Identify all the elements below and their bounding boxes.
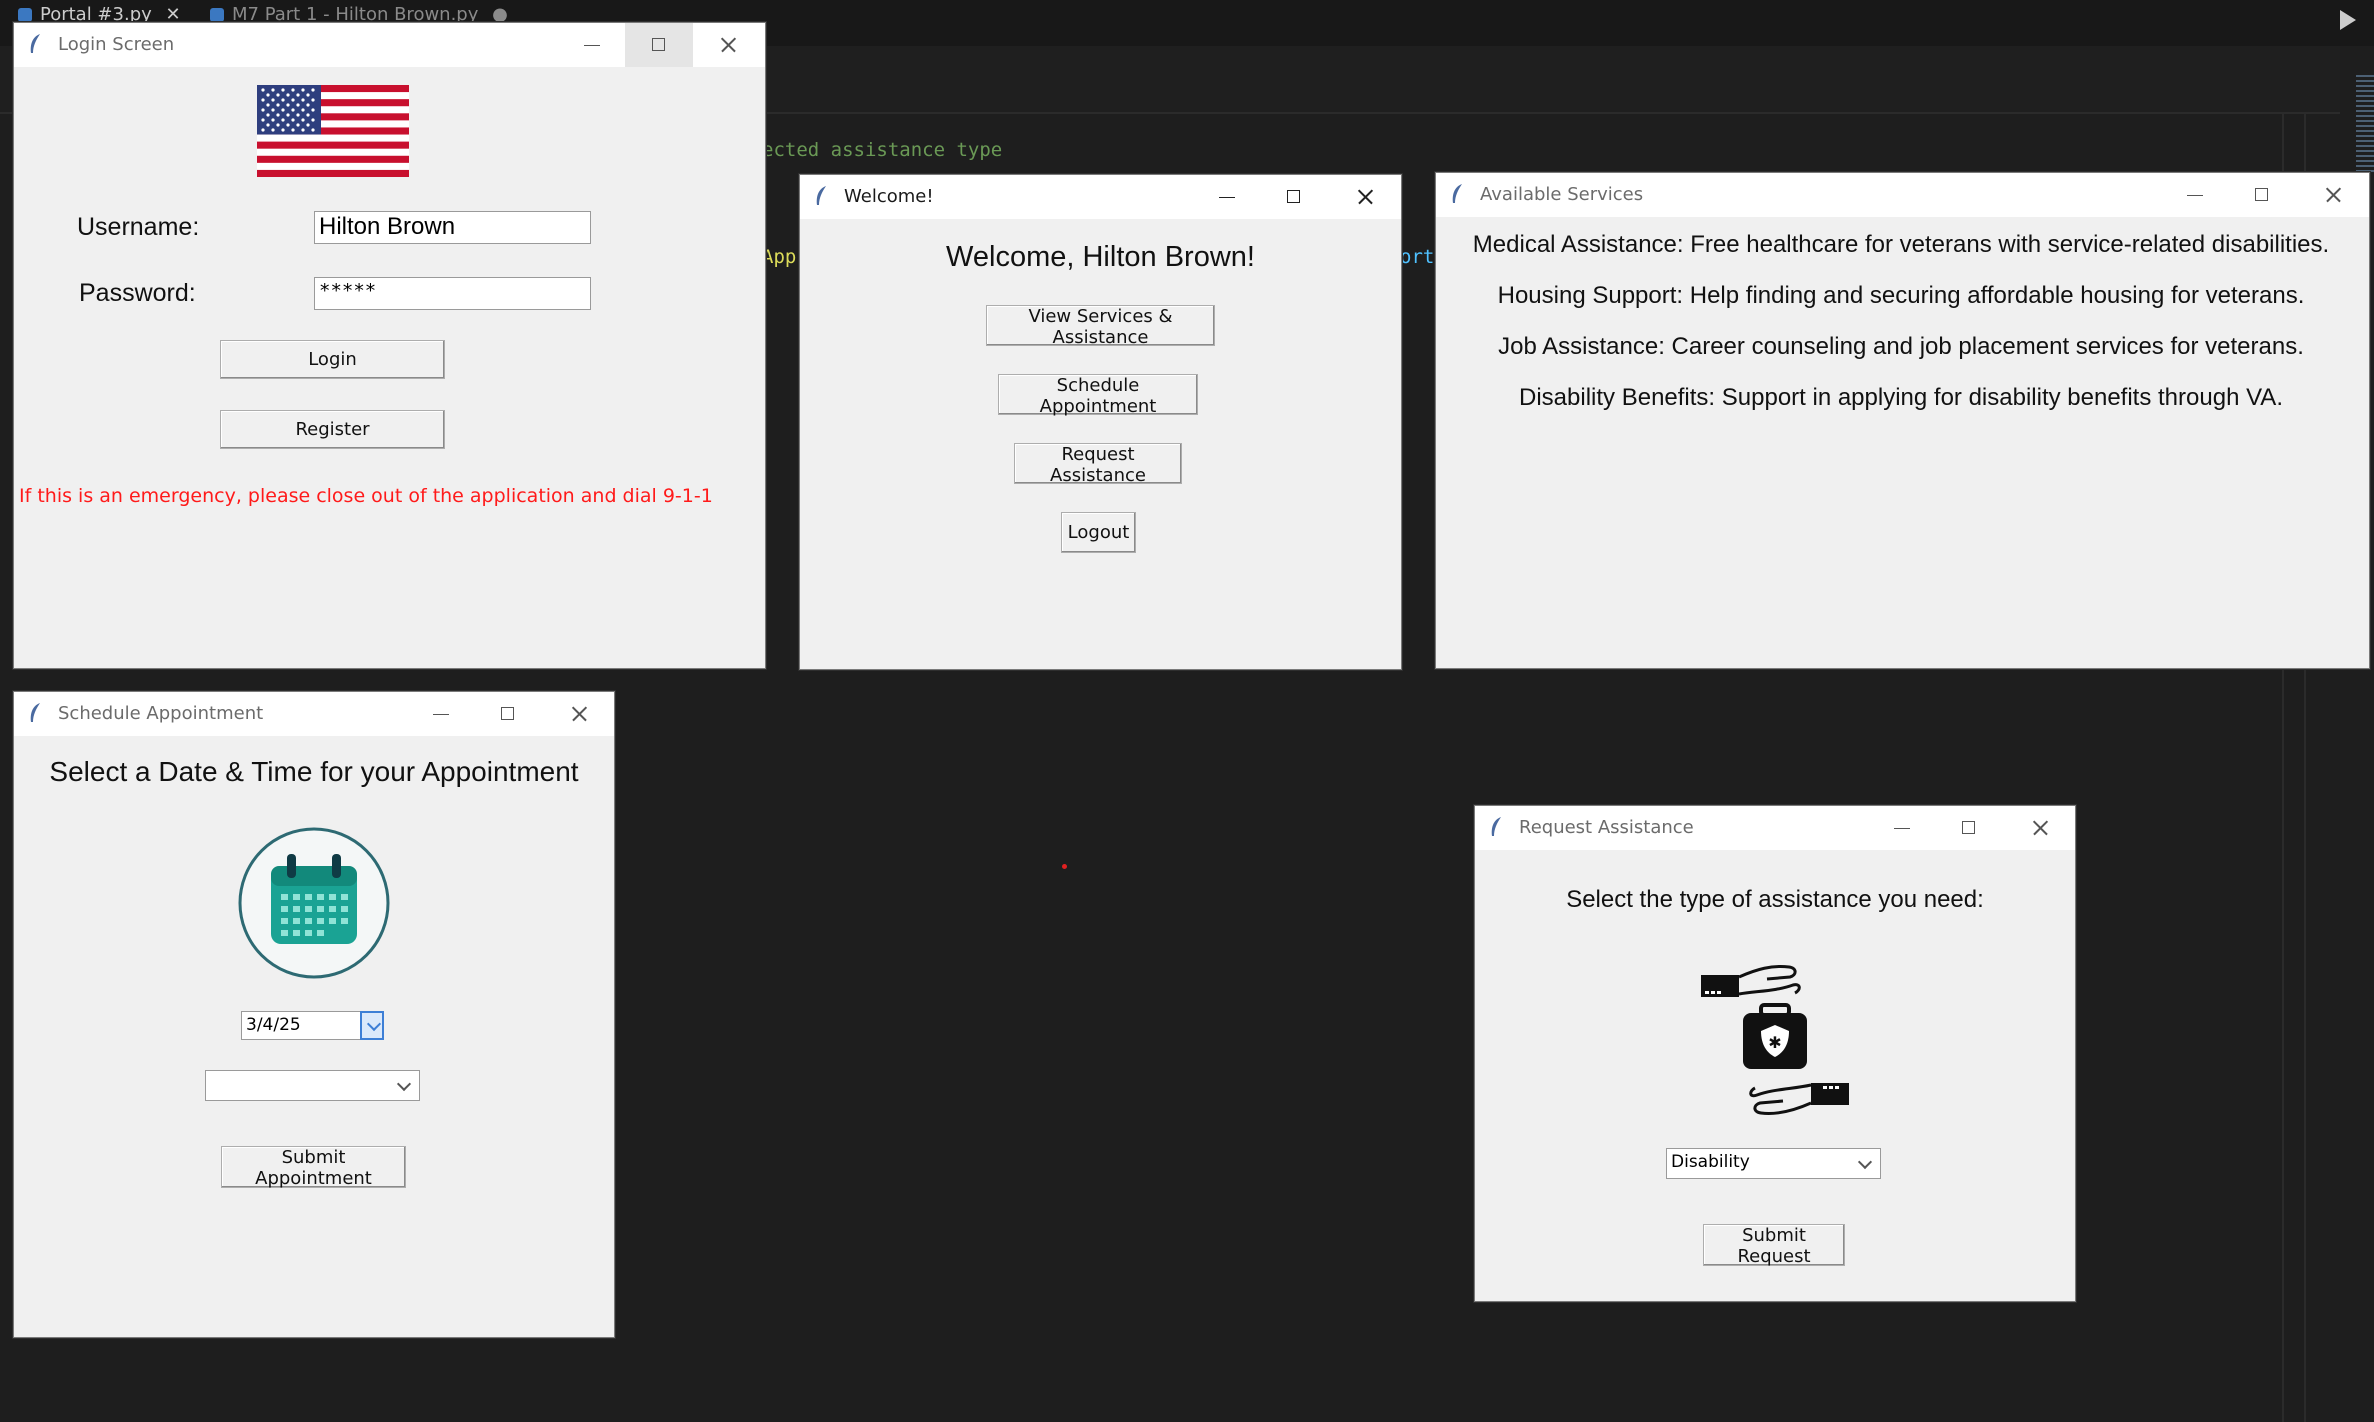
window-title: Schedule Appointment: [58, 703, 264, 724]
submit-appointment-button[interactable]: Submit Appointment: [221, 1146, 406, 1189]
welcome-heading: Welcome, Hilton Brown!: [946, 241, 1255, 273]
view-services-button[interactable]: View Services & Assistance: [986, 305, 1215, 348]
title-bar[interactable]: Available Services: [1436, 173, 2369, 217]
chevron-down-icon: [396, 1076, 412, 1092]
date-dropdown-button[interactable]: [360, 1011, 384, 1040]
service-item-housing: Housing Support: Help finding and securi…: [1497, 282, 2305, 309]
logout-button[interactable]: Logout: [1061, 512, 1136, 553]
close-button[interactable]: [693, 23, 761, 67]
login-button[interactable]: Login: [220, 340, 445, 379]
schedule-window: Schedule Appointment Select a Date & Tim…: [13, 691, 615, 1338]
close-button[interactable]: [1330, 175, 1398, 219]
register-button[interactable]: Register: [220, 410, 445, 449]
cursor-dot: [1062, 864, 1067, 869]
title-bar[interactable]: Request Assistance: [1475, 806, 2075, 850]
calendar-icon: [238, 827, 390, 979]
maximize-button[interactable]: [625, 23, 693, 67]
assistance-type-value: Disability: [1671, 1152, 1750, 1172]
username-label: Username:: [77, 213, 200, 241]
minimize-button[interactable]: [1192, 175, 1260, 219]
chevron-down-icon: [366, 1016, 382, 1032]
maximize-button[interactable]: [1260, 175, 1328, 219]
service-item-job: Job Assistance: Career counseling and jo…: [1498, 333, 2304, 360]
username-input[interactable]: Hilton Brown: [314, 211, 591, 244]
login-window: Login Screen Username: Hilton Brown Pass…: [13, 22, 766, 669]
feather-icon: [1452, 184, 1462, 203]
code-fragment: ort: [1400, 246, 1435, 268]
password-label: Password:: [79, 279, 196, 307]
feather-icon: [1491, 817, 1501, 836]
code-fragment: App: [762, 246, 797, 268]
us-flag-image: [257, 85, 409, 177]
minimap[interactable]: [2356, 75, 2374, 175]
password-input[interactable]: *****: [314, 277, 591, 310]
minimize-button[interactable]: [557, 23, 625, 67]
schedule-appointment-button[interactable]: Schedule Appointment: [998, 374, 1198, 417]
minimize-button[interactable]: [406, 692, 474, 736]
submit-request-button[interactable]: Submit Request: [1703, 1224, 1845, 1267]
chevron-down-icon: [1857, 1154, 1873, 1170]
run-icon[interactable]: [2340, 10, 2356, 30]
feather-icon: [30, 34, 40, 53]
feather-icon: [816, 186, 826, 205]
minimize-button[interactable]: [1867, 806, 1935, 850]
close-button[interactable]: [2005, 806, 2073, 850]
request-window: Request Assistance Select the type of as…: [1474, 805, 2076, 1302]
feather-icon: [30, 703, 40, 722]
service-item-medical: Medical Assistance: Free healthcare for …: [1472, 231, 2330, 258]
window-title: Available Services: [1480, 184, 1644, 205]
maximize-button[interactable]: [2228, 173, 2296, 217]
welcome-window: Welcome! Welcome, Hilton Brown! View Ser…: [799, 174, 1402, 670]
date-picker[interactable]: 3/4/25: [241, 1011, 384, 1040]
maximize-button[interactable]: [1935, 806, 2003, 850]
python-file-icon: [210, 8, 224, 22]
service-item-disability: Disability Benefits: Support in applying…: [1519, 384, 2283, 411]
maximize-button[interactable]: [474, 692, 542, 736]
title-bar[interactable]: Welcome!: [800, 175, 1401, 219]
request-assistance-button[interactable]: Request Assistance: [1014, 443, 1182, 486]
assistance-type-select[interactable]: Disability: [1666, 1148, 1881, 1179]
svg-text:✱: ✱: [1768, 1033, 1781, 1052]
minimize-button[interactable]: [2160, 173, 2228, 217]
assistance-heading: Select the type of assistance you need:: [1566, 886, 1984, 913]
window-title: Welcome!: [844, 186, 934, 207]
emergency-notice: If this is an emergency, please close ou…: [19, 485, 713, 507]
window-title: Login Screen: [58, 34, 175, 55]
title-bar[interactable]: Schedule Appointment: [14, 692, 614, 736]
close-button[interactable]: [544, 692, 612, 736]
title-bar[interactable]: Login Screen: [14, 23, 765, 67]
date-value: 3/4/25: [246, 1015, 301, 1035]
python-file-icon: [18, 8, 32, 22]
medical-kit-hands-icon: ✱: [1701, 965, 1849, 1115]
services-window: Available Services Medical Assistance: F…: [1435, 172, 2370, 669]
window-title: Request Assistance: [1519, 817, 1694, 838]
code-comment: ected assistance type: [762, 139, 1003, 161]
close-button[interactable]: [2298, 173, 2366, 217]
time-select[interactable]: [205, 1070, 420, 1101]
schedule-heading: Select a Date & Time for your Appointmen…: [49, 756, 579, 787]
